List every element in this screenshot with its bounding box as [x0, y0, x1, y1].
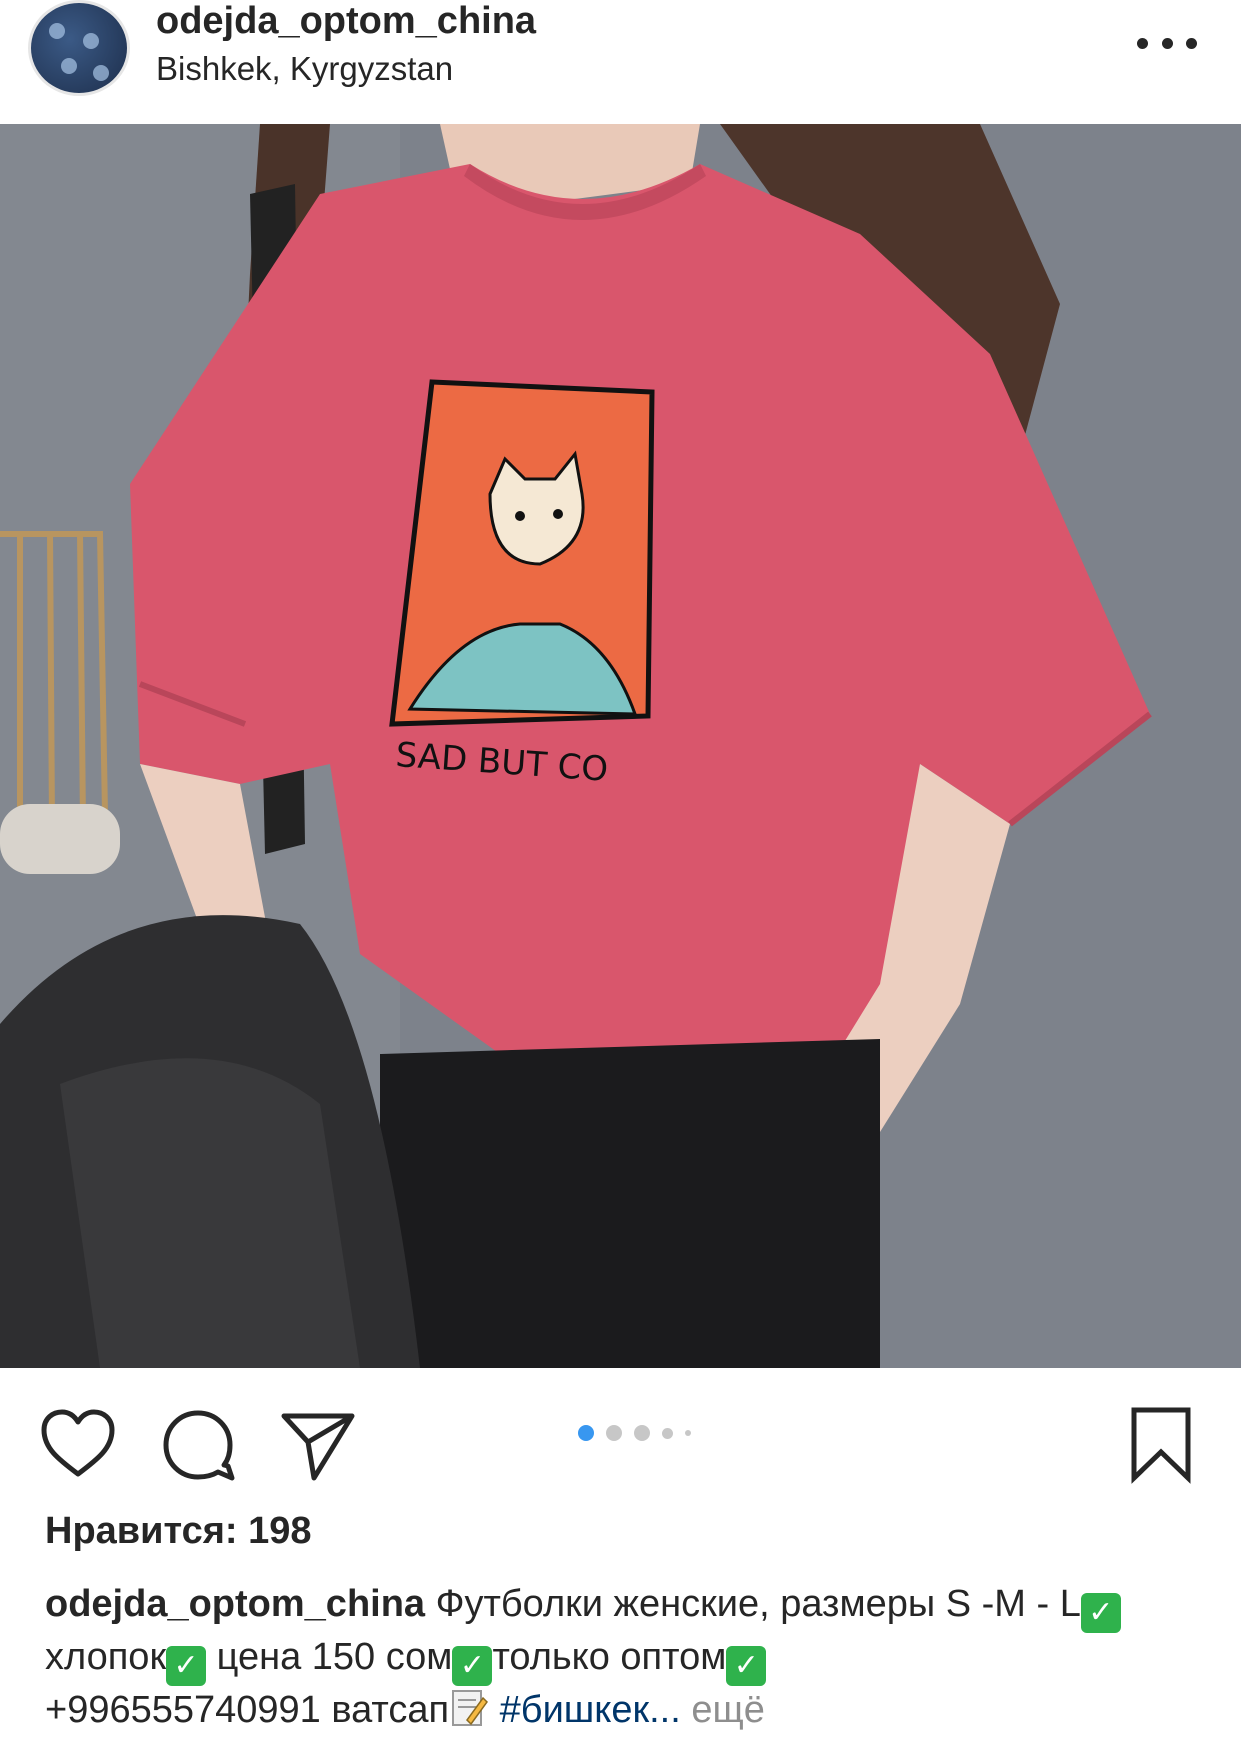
post-location[interactable]: Bishkek, Kyrgyzstan [156, 50, 453, 88]
heart-icon[interactable] [38, 1404, 118, 1484]
photo-illustration: SAD BUT CO [0, 124, 1241, 1368]
paper-plane-icon[interactable] [278, 1404, 358, 1484]
carousel-dot [662, 1427, 673, 1439]
memo-icon [452, 1690, 489, 1726]
carousel-dot [685, 1430, 691, 1436]
caption-hashtag[interactable]: #бишкек... [489, 1689, 681, 1731]
profile-avatar[interactable] [28, 0, 130, 96]
caption-more-link[interactable]: ещё [681, 1689, 765, 1731]
post-caption: odejda_optom_china Футболки женские, раз… [45, 1580, 1205, 1734]
check-mark-icon: ✓ [726, 1646, 767, 1686]
caption-text: +996555740991 ватсап [45, 1689, 450, 1731]
caption-text: только оптом [492, 1636, 727, 1678]
comment-bubble-icon[interactable] [158, 1404, 238, 1484]
likes-count[interactable]: Нравится: 198 [45, 1510, 312, 1553]
check-mark-icon: ✓ [1080, 1593, 1121, 1633]
check-mark-icon: ✓ [166, 1646, 207, 1686]
check-mark-icon: ✓ [452, 1646, 493, 1686]
caption-username[interactable]: odejda_optom_china [45, 1583, 425, 1625]
carousel-dot-active [578, 1425, 594, 1441]
shirt-print [389, 379, 655, 727]
carousel-indicator [578, 1425, 691, 1441]
caption-text: Футболки женские, размеры S -M - L [425, 1583, 1081, 1625]
caption-text: цена 150 сом [206, 1636, 453, 1678]
post-username[interactable]: odejda_optom_china [156, 0, 536, 43]
bookmark-icon[interactable] [1126, 1404, 1196, 1484]
caption-text: хлопок [45, 1636, 167, 1678]
post-photo[interactable]: SAD BUT CO [0, 124, 1241, 1368]
more-dots-icon[interactable] [1137, 28, 1197, 58]
post-header: odejda_optom_china Bishkek, Kyrgyzstan [0, 0, 1241, 124]
carousel-dot [606, 1425, 622, 1441]
carousel-dot [634, 1425, 650, 1441]
